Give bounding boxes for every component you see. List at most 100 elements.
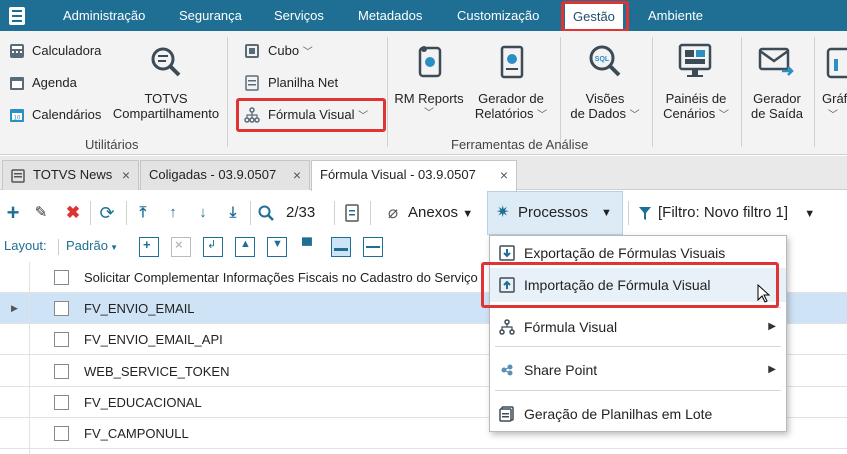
next-record-icon[interactable]: ↓ bbox=[194, 191, 212, 235]
row-checkbox[interactable] bbox=[54, 426, 69, 441]
anexos-button[interactable]: Anexos ▼ bbox=[408, 191, 473, 235]
cube-icon bbox=[245, 44, 259, 58]
visoes-de-dados-button[interactable]: Visões de Dados ﹀ bbox=[563, 91, 647, 123]
row-name: Solicitar Complementar Informações Fisca… bbox=[84, 270, 478, 285]
main-menubar: Administração Segurança Serviços Metadad… bbox=[0, 0, 847, 31]
menu-item-formula-visual[interactable]: Fórmula Visual ▶ bbox=[490, 310, 786, 344]
layout-dropdown[interactable]: Padrão ▼ bbox=[66, 235, 118, 259]
layout-single-icon[interactable] bbox=[331, 237, 351, 257]
move-down-icon[interactable]: ▼ bbox=[267, 237, 287, 257]
planilha-net-button[interactable]: Planilha Net bbox=[268, 75, 338, 90]
totvs-label-1: TOTVS bbox=[144, 91, 188, 106]
indent-icon[interactable]: ↲ bbox=[203, 237, 223, 257]
submenu-arrow-icon: ▶ bbox=[768, 364, 776, 375]
dashboard-icon bbox=[678, 43, 712, 77]
menu-item-share-point-label: Share Point bbox=[524, 362, 598, 378]
paint-format-icon[interactable]: ▀ bbox=[299, 237, 319, 257]
menu-administracao[interactable]: Administração bbox=[55, 0, 153, 31]
ribbon-separator bbox=[560, 37, 561, 147]
gear-icon: ✷ bbox=[496, 204, 510, 221]
close-icon[interactable]: × bbox=[500, 161, 508, 189]
menu-metadados[interactable]: Metadados bbox=[350, 0, 430, 31]
paperclip-icon[interactable]: ⌀ bbox=[384, 191, 402, 235]
sql-search-icon: SQL bbox=[589, 45, 621, 77]
filter-dropdown[interactable]: [Filtro: Novo filtro 1] ▼ bbox=[658, 191, 815, 235]
tab-totvs-news[interactable]: TOTVS News × bbox=[2, 160, 139, 190]
filter-icon[interactable] bbox=[638, 206, 652, 221]
row-indicator-column bbox=[0, 262, 30, 454]
expand-icon[interactable]: + bbox=[139, 237, 159, 257]
rm-reports-button[interactable]: RM Reports ﹀ bbox=[388, 91, 470, 121]
mail-send-icon bbox=[758, 47, 794, 76]
refresh-icon[interactable]: ⟳ bbox=[96, 191, 118, 235]
paineis-label-2-text: Cenários bbox=[663, 106, 716, 121]
gerador-relatorios-button[interactable]: Gerador de Relatórios ﹀ bbox=[470, 91, 552, 123]
delete-icon[interactable]: ✖ bbox=[64, 191, 82, 235]
menu-customizacao[interactable]: Customização bbox=[449, 0, 547, 31]
close-icon[interactable]: × bbox=[293, 161, 301, 189]
graficos-label: Gráf bbox=[822, 91, 847, 106]
collapse-icon[interactable]: × bbox=[171, 237, 191, 257]
menu-servicos[interactable]: Serviços bbox=[266, 0, 332, 31]
news-icon bbox=[11, 169, 25, 183]
tab-formula-visual[interactable]: Fórmula Visual - 03.9.0507 × bbox=[311, 160, 517, 191]
tab-formula-visual-label: Fórmula Visual - 03.9.0507 bbox=[320, 167, 476, 182]
dropdown-arrow-icon: ▼ bbox=[462, 208, 474, 220]
row-checkbox[interactable] bbox=[54, 364, 69, 379]
previous-record-icon[interactable]: ↑ bbox=[164, 191, 182, 235]
layout-split-icon[interactable] bbox=[363, 237, 383, 257]
calendarios-button[interactable]: Calendários bbox=[32, 107, 101, 122]
split-bar-glyph bbox=[366, 246, 380, 248]
menu-item-geracao-planilhas[interactable]: Geração de Planilhas em Lote bbox=[490, 397, 786, 431]
report-generator-icon bbox=[500, 45, 524, 79]
chevron-down-icon: ﹀ bbox=[828, 110, 838, 121]
menu-ambiente[interactable]: Ambiente bbox=[640, 0, 711, 31]
dropdown-arrow-icon[interactable]: ▼ bbox=[601, 192, 612, 234]
row-checkbox[interactable] bbox=[54, 395, 69, 410]
toolbar-separator bbox=[334, 201, 335, 225]
paineis-de-cenarios-button[interactable]: Painéis de Cenários ﹀ bbox=[655, 91, 737, 123]
processos-button[interactable]: ✷ Processos ▼ bbox=[487, 191, 623, 235]
row-name: WEB_SERVICE_TOKEN bbox=[84, 364, 230, 379]
move-up-icon[interactable]: ▲ bbox=[235, 237, 255, 257]
document-icon[interactable] bbox=[345, 204, 359, 222]
toolbar-separator bbox=[126, 201, 127, 225]
gerador-de-saida-button[interactable]: Gerador de Saída bbox=[742, 91, 812, 121]
row-checkbox[interactable] bbox=[54, 301, 69, 316]
times-glyph: × bbox=[175, 237, 183, 252]
search-icon[interactable] bbox=[258, 205, 274, 221]
gerador-relatorios-label-1: Gerador de bbox=[478, 91, 544, 106]
menu-item-share-point[interactable]: Share Point ▶ bbox=[490, 353, 786, 387]
first-record-icon[interactable]: ⤒ bbox=[134, 191, 152, 235]
menu-item-geracao-planilhas-label: Geração de Planilhas em Lote bbox=[524, 406, 713, 422]
highlight-formula-visual bbox=[236, 98, 386, 132]
menu-seguranca[interactable]: Segurança bbox=[171, 0, 250, 31]
chevron-down-icon: ﹀ bbox=[537, 110, 548, 121]
record-counter: 2/33 bbox=[286, 204, 316, 221]
calculadora-button[interactable]: Calculadora bbox=[32, 43, 101, 58]
close-icon[interactable]: × bbox=[122, 161, 130, 189]
totvs-label-2: Compartilhamento bbox=[112, 106, 220, 121]
cubo-button[interactable]: Cubo ﹀ bbox=[268, 43, 313, 58]
add-icon[interactable]: + bbox=[4, 191, 22, 235]
edit-icon[interactable]: ✎ bbox=[32, 191, 50, 235]
visoes-label-1: Visões bbox=[585, 91, 625, 106]
cubo-label: Cubo bbox=[268, 43, 300, 58]
highlight-gestao bbox=[561, 1, 629, 32]
totvs-compartilhamento-button[interactable]: TOTVS Compartilhamento bbox=[110, 91, 222, 121]
app-logo-icon[interactable] bbox=[8, 6, 26, 26]
row-name: FV_CAMPONULL bbox=[84, 426, 189, 441]
row-checkbox[interactable] bbox=[54, 270, 69, 285]
tab-coligadas[interactable]: Coligadas - 03.9.0507 × bbox=[140, 160, 310, 190]
dropdown-arrow-icon: ▼ bbox=[107, 243, 119, 252]
group-label-utilitarios: Utilitários bbox=[85, 137, 139, 152]
chevron-down-icon: ﹀ bbox=[424, 108, 434, 119]
graficos-button[interactable]: Gráf ﹀ bbox=[822, 91, 847, 121]
search-share-icon bbox=[151, 47, 181, 77]
agenda-button[interactable]: Agenda bbox=[32, 75, 77, 90]
spreadsheet-batch-icon bbox=[499, 406, 514, 422]
filter-label: [Filtro: Novo filtro 1] bbox=[658, 204, 789, 221]
row-checkbox[interactable] bbox=[54, 332, 69, 347]
brush-glyph: ▀ bbox=[302, 237, 312, 253]
last-record-icon[interactable]: ⤓ bbox=[224, 191, 242, 235]
